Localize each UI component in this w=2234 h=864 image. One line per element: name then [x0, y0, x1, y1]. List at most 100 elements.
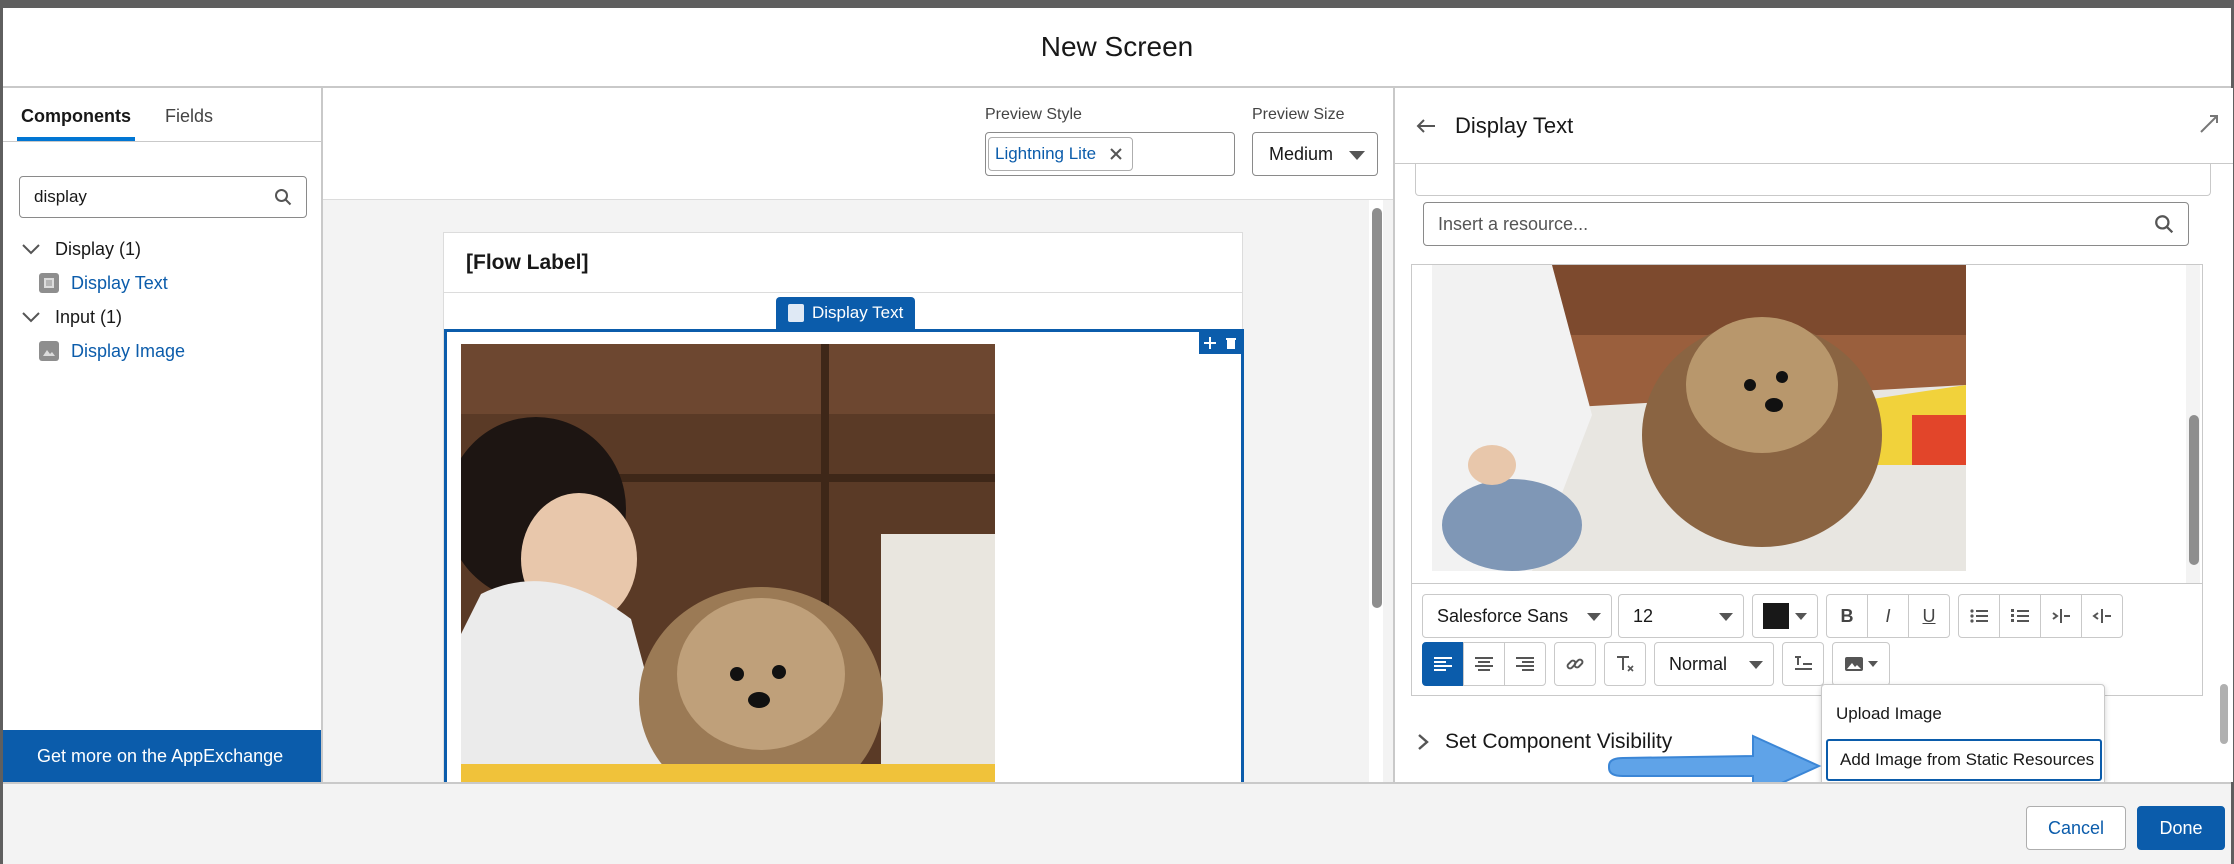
- search-icon: [275, 189, 292, 206]
- cancel-button[interactable]: Cancel: [2026, 806, 2126, 850]
- image-insert-menu: Upload Image Add Image from Static Resou…: [1821, 684, 2105, 786]
- number-list-icon: [2011, 609, 2029, 622]
- component-palette: Components Fields display Display (1) Di…: [3, 88, 323, 782]
- insert-image-button[interactable]: [1832, 642, 1890, 686]
- align-left-icon: [1434, 657, 1452, 671]
- preview-style-combobox[interactable]: Lightning Lite: [985, 132, 1235, 176]
- chevron-right-icon: [1418, 734, 1429, 750]
- move-icon[interactable]: [1203, 336, 1217, 350]
- editor-toolbar: Salesforce Sans 12 B I U Normal: [1412, 583, 2202, 697]
- link-button[interactable]: [1554, 642, 1596, 686]
- back-arrow-icon[interactable]: [1415, 117, 1437, 135]
- chevron-down-icon: [1868, 661, 1878, 667]
- properties-panel: Display Text Insert a resource... Salesf…: [1393, 88, 2233, 782]
- search-value: display: [34, 187, 87, 206]
- rich-text-icon: [788, 304, 804, 322]
- font-family-select[interactable]: Salesforce Sans: [1422, 594, 1612, 638]
- align-center-button[interactable]: [1463, 642, 1505, 686]
- chevron-down-icon: [1749, 661, 1763, 669]
- tree-group-label: Display (1): [55, 238, 142, 259]
- component-tag[interactable]: Display Text: [776, 297, 916, 329]
- tree-group-input[interactable]: Input (1): [19, 300, 185, 334]
- trash-icon[interactable]: [1225, 336, 1237, 350]
- component-tree: Display (1) Display Text Input (1) Displ…: [19, 232, 185, 368]
- font-size-value: 12: [1633, 605, 1654, 626]
- indent-button[interactable]: [2040, 594, 2082, 638]
- modal-footer: Cancel Done: [3, 782, 2231, 864]
- tree-item-display-image[interactable]: Display Image: [19, 334, 185, 368]
- outdent-button[interactable]: [2081, 594, 2123, 638]
- selected-component[interactable]: [444, 329, 1244, 782]
- chevron-down-icon: [1349, 151, 1365, 160]
- tree-item-label: Display Image: [71, 340, 186, 361]
- photo-child-with-dog: [1432, 265, 1966, 571]
- screen-preview-card: [Flow Label] Display Text: [443, 232, 1244, 782]
- color-swatch: [1763, 603, 1789, 629]
- search-icon: [2155, 215, 2174, 234]
- editor-scrollbar[interactable]: [2186, 265, 2200, 583]
- format-value: Normal: [1669, 653, 1728, 674]
- preview-size-value: Medium: [1269, 143, 1334, 164]
- done-button[interactable]: Done: [2137, 806, 2225, 850]
- component-actions: [1199, 332, 1241, 354]
- screen-canvas-area: Preview Style Lightning Lite Preview Siz…: [323, 88, 1393, 782]
- canvas-scrollbar[interactable]: [1369, 200, 1383, 782]
- chevron-down-icon: [22, 312, 40, 323]
- insert-resource-input[interactable]: Insert a resource...: [1423, 202, 2189, 246]
- collapse-icon[interactable]: [2199, 114, 2219, 134]
- tree-group-display[interactable]: Display (1): [19, 232, 185, 266]
- outdent-icon: [2092, 609, 2111, 623]
- image-icon: [1845, 657, 1863, 671]
- paragraph-format-select[interactable]: Normal: [1654, 642, 1774, 686]
- align-right-icon: [1516, 657, 1534, 671]
- menu-item-static-resources[interactable]: Add Image from Static Resources: [1826, 739, 2102, 781]
- properties-title: Display Text: [1455, 112, 1574, 138]
- scroll-thumb[interactable]: [2220, 684, 2228, 744]
- appexchange-link[interactable]: Get more on the AppExchange: [3, 730, 321, 782]
- chevron-down-icon: [1795, 612, 1807, 620]
- modal-header: New Screen: [3, 8, 2231, 88]
- previous-field-edge: [1415, 164, 2211, 196]
- chevron-down-icon: [1587, 613, 1601, 621]
- tree-item-label: Display Text: [71, 272, 168, 293]
- insert-resource-placeholder: Insert a resource...: [1438, 213, 1589, 234]
- align-left-button[interactable]: [1422, 642, 1464, 686]
- text-alignment-options-button[interactable]: [1782, 642, 1824, 686]
- scroll-thumb[interactable]: [2189, 415, 2199, 565]
- properties-header: Display Text: [1395, 88, 2233, 164]
- component-search-input[interactable]: display: [19, 176, 307, 218]
- modal-window: New Screen Components Fields display Dis…: [0, 0, 2234, 864]
- clear-formatting-button[interactable]: [1604, 642, 1646, 686]
- preview-size-select[interactable]: Medium: [1252, 132, 1378, 176]
- close-icon[interactable]: [1108, 146, 1124, 162]
- font-size-select[interactable]: 12: [1618, 594, 1744, 638]
- bold-button[interactable]: B: [1826, 594, 1868, 638]
- italic-button[interactable]: I: [1867, 594, 1909, 638]
- image-icon: [39, 341, 59, 361]
- component-tag-label: Display Text: [812, 303, 904, 322]
- bulleted-list-button[interactable]: [1958, 594, 2000, 638]
- align-center-icon: [1475, 657, 1493, 671]
- flow-label: [Flow Label]: [444, 233, 1242, 293]
- scroll-thumb[interactable]: [1372, 208, 1382, 608]
- menu-item-upload-image[interactable]: Upload Image: [1822, 693, 2104, 735]
- text-color-picker[interactable]: [1752, 594, 1818, 638]
- underline-button[interactable]: U: [1908, 594, 1950, 638]
- panel-scrollbar[interactable]: [2219, 164, 2229, 782]
- tree-group-label: Input (1): [55, 306, 123, 327]
- palette-tabs: Components Fields: [3, 88, 321, 142]
- preview-style-pill[interactable]: Lightning Lite: [988, 137, 1134, 171]
- tree-item-display-text[interactable]: Display Text: [19, 266, 185, 300]
- bullet-list-icon: [1970, 609, 1988, 623]
- tab-components[interactable]: Components: [17, 106, 135, 141]
- rich-text-editor[interactable]: Salesforce Sans 12 B I U Normal: [1411, 264, 2203, 696]
- preview-style-label: Preview Style: [985, 106, 1082, 123]
- align-right-button[interactable]: [1504, 642, 1546, 686]
- rich-text-icon: [39, 273, 59, 293]
- clear-format-icon: [1617, 656, 1634, 672]
- pill-label: Lightning Lite: [995, 144, 1097, 163]
- preview-size-label: Preview Size: [1252, 106, 1345, 123]
- align-text-icon: [1795, 656, 1812, 670]
- numbered-list-button[interactable]: [1999, 594, 2041, 638]
- tab-fields[interactable]: Fields: [161, 106, 217, 141]
